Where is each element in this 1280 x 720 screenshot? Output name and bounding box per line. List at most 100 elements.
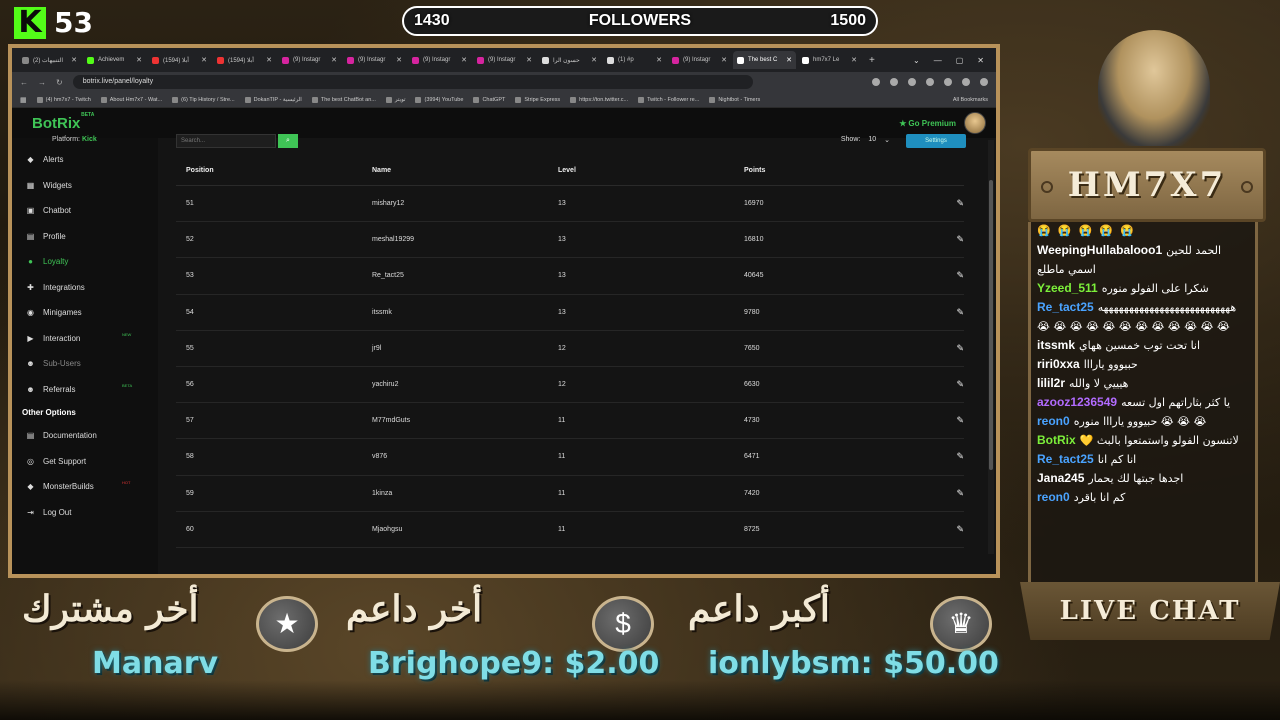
edit-icon[interactable]: ✎ — [930, 270, 990, 281]
bookmark-item[interactable]: تويتر — [385, 96, 405, 103]
bookmark-item[interactable]: Twitch - Follower re... — [638, 96, 699, 103]
bookmark-item[interactable]: ChatGPT — [473, 96, 505, 103]
avatar[interactable] — [964, 112, 986, 134]
chat-username[interactable]: riri0xxa — [1037, 357, 1080, 371]
browser-tab[interactable]: (1594) أبلا ✕ — [148, 51, 211, 69]
bookmark-item[interactable]: DokanTIP - الرئيسية — [244, 96, 302, 103]
sidebar-item-monsterbuilds[interactable]: ◆ MonsterBuilds HOT — [12, 474, 158, 500]
column-header[interactable]: Name — [372, 167, 558, 174]
sidebar-item-alerts[interactable]: ◆ Alerts — [12, 147, 158, 173]
sidebar-item-documentation[interactable]: ▤ Documentation — [12, 423, 158, 449]
back-icon[interactable]: ← — [20, 78, 28, 87]
chat-username[interactable]: Jana245 — [1037, 471, 1084, 485]
sidebar-item-chatbot[interactable]: ▣ Chatbot — [12, 198, 158, 224]
search-input[interactable]: Search... — [176, 134, 276, 148]
sidebar-item-referrals[interactable]: ☻ Referrals BETA — [12, 377, 158, 403]
profile-icon[interactable] — [962, 78, 970, 86]
tab-close-icon[interactable]: ✕ — [786, 56, 792, 64]
edit-icon[interactable]: ✎ — [930, 524, 990, 535]
tab-close-icon[interactable]: ✕ — [396, 56, 402, 64]
chat-username[interactable]: azooz1236549 — [1037, 395, 1117, 409]
edit-icon[interactable]: ✎ — [930, 198, 990, 209]
extension-icon[interactable] — [944, 78, 952, 86]
page-scrollbar[interactable] — [988, 140, 994, 554]
sidebar-item-log-out[interactable]: ⇥ Log Out — [12, 500, 158, 526]
browser-tab[interactable]: (1594) أبلا ✕ — [213, 51, 276, 69]
scrollbar-thumb[interactable] — [989, 180, 993, 470]
edit-icon[interactable]: ✎ — [930, 415, 990, 426]
chat-username[interactable]: Re_tact25 — [1037, 300, 1094, 314]
search-button[interactable]: ⌕ — [278, 134, 298, 148]
edit-icon[interactable]: ✎ — [930, 234, 990, 245]
tab-close-icon[interactable]: ✕ — [136, 56, 142, 64]
bookmark-item[interactable]: Nightbot - Timers — [709, 96, 760, 103]
settings-button[interactable]: Settings — [906, 134, 966, 148]
sidebar-item-get-support[interactable]: ◎ Get Support — [12, 449, 158, 475]
bookmark-item[interactable]: (6) Tip History / Stre... — [172, 96, 235, 103]
close-icon[interactable]: ✕ — [977, 56, 984, 65]
chat-username[interactable]: reon0 — [1037, 490, 1070, 504]
reload-icon[interactable]: ↻ — [56, 78, 63, 87]
menu-icon[interactable] — [980, 78, 988, 86]
edit-icon[interactable]: ✎ — [930, 451, 990, 462]
browser-tab[interactable]: The best C ✕ — [733, 51, 796, 69]
edit-icon[interactable]: ✎ — [930, 379, 990, 390]
column-header[interactable]: Points — [744, 167, 930, 174]
star-icon[interactable] — [872, 78, 880, 86]
column-header[interactable]: Position — [186, 167, 372, 174]
extension-icon[interactable] — [926, 78, 934, 86]
chevron-down-icon[interactable]: ⌄ — [913, 56, 920, 65]
chat-username[interactable]: WeepingHullabalooo1 — [1037, 243, 1162, 257]
browser-tab[interactable]: (1) #p ✕ — [603, 51, 666, 69]
column-header[interactable]: Level — [558, 167, 744, 174]
bookmark-item[interactable]: (3994) YouTube — [415, 96, 463, 103]
forward-icon[interactable]: → — [38, 78, 46, 87]
sidebar-item-minigames[interactable]: ◉ Minigames — [12, 300, 158, 326]
sidebar-item-sub-users[interactable]: ☻ Sub-Users — [12, 351, 158, 377]
chat-username[interactable]: Re_tact25 — [1037, 452, 1094, 466]
bookmark-item[interactable]: https://ton.twitter.c... — [570, 96, 628, 103]
tab-close-icon[interactable]: ✕ — [526, 56, 532, 64]
browser-tab[interactable]: (9) Instagr ✕ — [278, 51, 341, 69]
chat-username[interactable]: reon0 — [1037, 414, 1070, 428]
tab-close-icon[interactable]: ✕ — [266, 56, 272, 64]
chat-username[interactable]: Yzeed_511 — [1037, 281, 1098, 295]
minimize-icon[interactable]: — — [934, 56, 942, 65]
sidebar-item-widgets[interactable]: ▦ Widgets — [12, 173, 158, 199]
edit-icon[interactable]: ✎ — [930, 343, 990, 354]
page-size-select[interactable]: Show: 10 ⌄ — [841, 136, 890, 144]
go-premium-button[interactable]: ★ Go Premium — [899, 119, 956, 128]
browser-tab[interactable]: (9) Instagr ✕ — [668, 51, 731, 69]
browser-tab[interactable]: حسون الرا ✕ — [538, 51, 601, 69]
edit-icon[interactable]: ✎ — [930, 488, 990, 499]
tab-close-icon[interactable]: ✕ — [201, 56, 207, 64]
new-tab-icon[interactable]: + — [869, 55, 875, 66]
chat-username[interactable]: lilil2r — [1037, 376, 1065, 390]
tab-close-icon[interactable]: ✕ — [591, 56, 597, 64]
bookmark-item[interactable]: (4) hm7x7 - Twitch — [36, 96, 91, 103]
browser-tab[interactable]: (9) Instagr ✕ — [408, 51, 471, 69]
extension-icon[interactable] — [890, 78, 898, 86]
tab-close-icon[interactable]: ✕ — [656, 56, 662, 64]
tab-close-icon[interactable]: ✕ — [851, 56, 857, 64]
sidebar-item-profile[interactable]: ▤ Profile — [12, 224, 158, 250]
bookmark-item[interactable]: The best ChatBot an... — [311, 96, 376, 103]
tab-close-icon[interactable]: ✕ — [461, 56, 467, 64]
tab-close-icon[interactable]: ✕ — [331, 56, 337, 64]
extension-icon[interactable] — [908, 78, 916, 86]
sidebar-item-integrations[interactable]: ✚ Integrations — [12, 275, 158, 301]
browser-tab[interactable]: Achievem ✕ — [83, 51, 146, 69]
browser-tab[interactable]: (2) التنبيهات ✕ — [18, 51, 81, 69]
tab-close-icon[interactable]: ✕ — [71, 56, 77, 64]
maximize-icon[interactable]: ▢ — [956, 56, 964, 65]
url-field[interactable]: botrix.live/panel/loyalty — [72, 75, 753, 89]
bookmark-item[interactable]: Stripe Express — [515, 96, 560, 103]
sidebar-item-interaction[interactable]: ▶ Interaction NEW — [12, 326, 158, 352]
browser-tab[interactable]: hm7x7 Le ✕ — [798, 51, 861, 69]
chat-username[interactable]: BotRix — [1037, 433, 1076, 447]
all-bookmarks[interactable]: All Bookmarks — [953, 97, 988, 103]
bookmark-item[interactable]: About Hm7x7 - Wat... — [100, 96, 162, 103]
brand-logo[interactable]: BotRix BETA — [32, 112, 94, 132]
sidebar-item-loyalty[interactable]: ● Loyalty — [12, 249, 158, 275]
apps-icon[interactable]: ▦ — [20, 96, 27, 104]
